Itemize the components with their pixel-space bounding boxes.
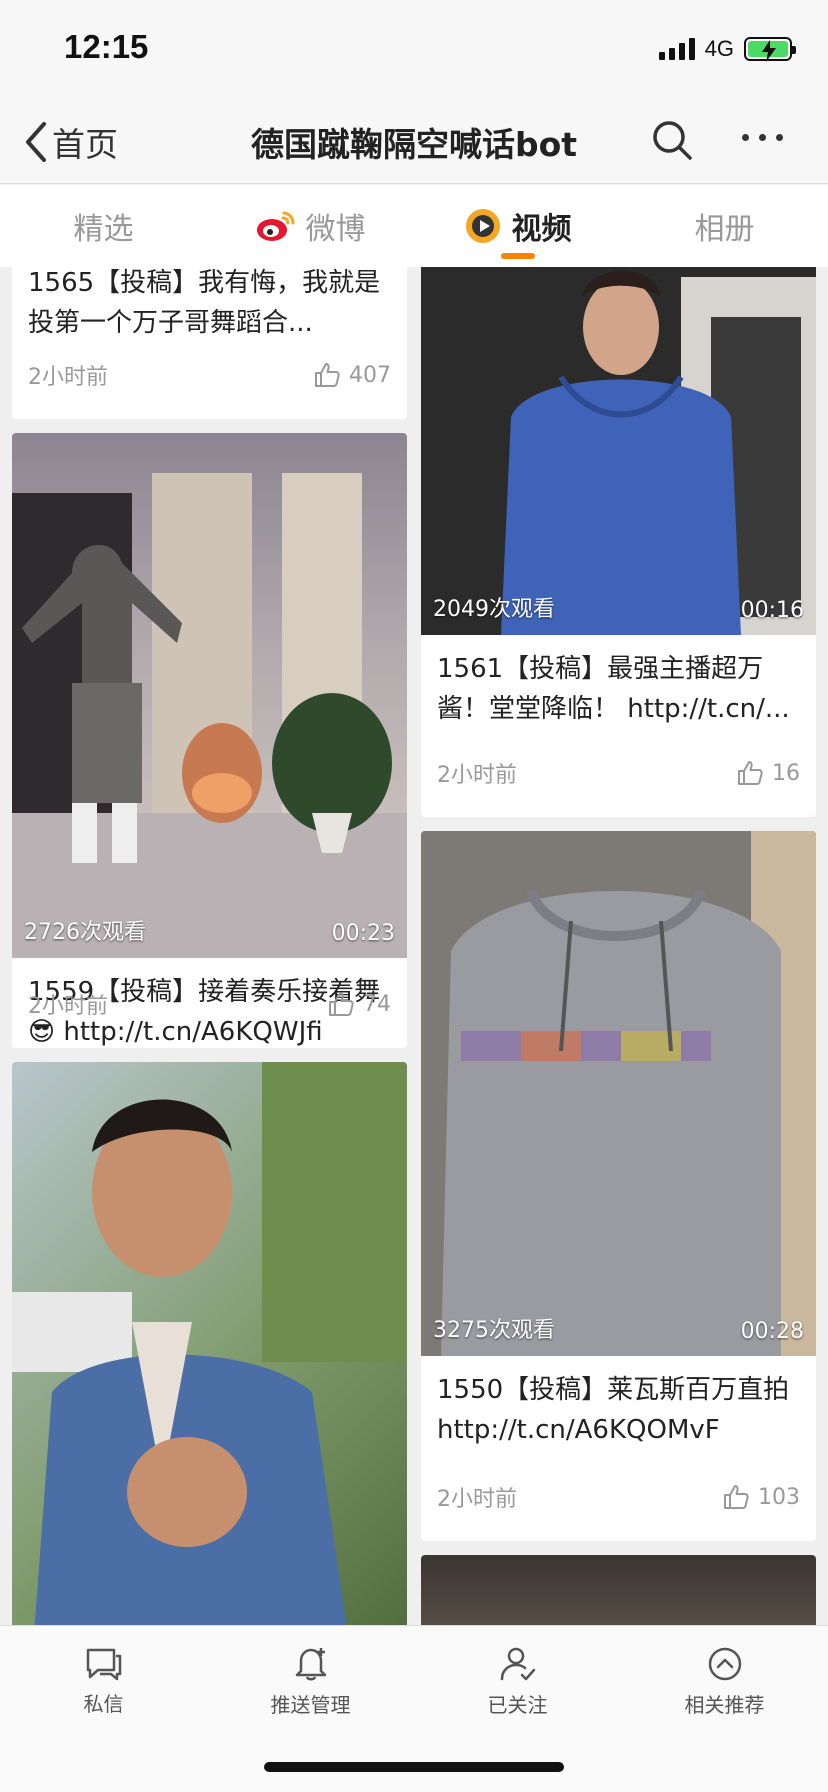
video-card[interactable]: 2049次观看 00:16 1561【投稿】最强主播超万酱！堂堂降临！ http… [421, 267, 816, 817]
bottom-toolbar: 私信 推送管理 已关注 相关推荐 [0, 1625, 828, 1792]
thumbnail-image [421, 267, 816, 635]
card-time: 2小时前 [28, 365, 108, 390]
card-title: 1561【投稿】最强主播超万酱！堂堂降临！ http://t.cn/... [437, 654, 790, 724]
thumb-up-icon [315, 363, 340, 387]
view-count: 2726次观看 [24, 920, 146, 945]
chevron-up-circle-icon [708, 1647, 741, 1680]
bottom-label: 私信 [83, 1691, 124, 1716]
video-thumbnail[interactable] [12, 1062, 407, 1625]
like-count: 103 [758, 1484, 800, 1510]
status-time: 12:15 [64, 28, 149, 65]
video-card[interactable]: 2726次观看 00:23 1559【投稿】接着奏乐接着舞😎 http://t.… [12, 433, 407, 1048]
message-button[interactable]: 私信 [0, 1626, 207, 1736]
card-time: 2小时前 [437, 763, 517, 788]
card-title: 1565【投稿】我有悔，我就是投第一个万子哥舞蹈合... [28, 268, 381, 338]
card-meta: 2小时前 74 [28, 988, 391, 1020]
video-feed: 1565【投稿】我有悔，我就是投第一个万子哥舞蹈合... 2小时前 407 27… [0, 267, 828, 1625]
like-button[interactable]: 74 [327, 990, 391, 1018]
video-thumbnail[interactable]: 2726次观看 00:23 [12, 433, 407, 958]
more-dot [759, 134, 766, 141]
tab-album[interactable]: 相册 [621, 185, 828, 267]
push-settings-button[interactable]: 推送管理 [207, 1626, 414, 1736]
home-indicator[interactable] [264, 1762, 564, 1772]
more-dot [742, 134, 749, 141]
card-meta: 2小时前 16 [437, 757, 800, 789]
video-duration: 00:28 [740, 1319, 804, 1344]
tab-weibo[interactable]: 微博 [207, 185, 414, 267]
nav-bar: 首页 德国蹴鞠隔空喊话bot [0, 100, 828, 184]
more-button[interactable] [742, 134, 783, 141]
thumbnail-image [421, 831, 816, 1356]
tab-label: 微博 [305, 212, 366, 247]
tab-bar: 精选 微博 视频 相册 [0, 185, 828, 267]
status-indicators: 4G [658, 36, 796, 62]
message-icon [86, 1648, 121, 1680]
tab-featured[interactable]: 精选 [0, 185, 207, 267]
video-duration: 00:23 [331, 921, 395, 946]
like-count: 407 [349, 362, 391, 388]
video-duration: 00:16 [740, 598, 804, 623]
card-title: 1550【投稿】莱瓦斯百万直拍 http://t.cn/A6KQOMvF [437, 1375, 790, 1445]
network-label: 4G [704, 36, 734, 61]
video-thumbnail[interactable]: 3275次观看 00:28 [421, 831, 816, 1356]
tab-label: 精选 [73, 212, 134, 247]
thumb-up-icon [738, 761, 763, 785]
thumb-up-icon [329, 992, 354, 1016]
video-card[interactable] [12, 1062, 407, 1625]
search-button[interactable] [650, 118, 694, 166]
bottom-label: 相关推荐 [684, 1692, 765, 1717]
video-card[interactable]: 3275次观看 00:28 1550【投稿】莱瓦斯百万直拍 http://t.c… [421, 831, 816, 1541]
tab-label: 视频 [511, 212, 572, 247]
search-icon [653, 121, 692, 160]
like-count: 16 [772, 760, 800, 786]
thumbnail-image [12, 473, 407, 958]
bottom-label: 推送管理 [270, 1692, 351, 1717]
video-card[interactable]: 1565【投稿】我有悔，我就是投第一个万子哥舞蹈合... 2小时前 407 [12, 267, 407, 419]
thumb-up-icon [724, 1485, 749, 1509]
weibo-icon [256, 211, 295, 241]
user-check-icon [500, 1647, 535, 1680]
like-count: 74 [363, 991, 391, 1017]
like-button[interactable]: 103 [722, 1483, 800, 1511]
signal-icon [658, 38, 695, 60]
thumbnail-image [12, 1062, 407, 1625]
card-meta: 2小时前 407 [28, 359, 391, 391]
battery-icon [744, 37, 796, 62]
view-count: 3275次观看 [433, 1318, 555, 1343]
card-meta: 2小时前 103 [437, 1481, 800, 1513]
tab-label: 相册 [694, 212, 755, 247]
page-title: 德国蹴鞠隔空喊话bot [250, 125, 578, 164]
video-thumbnail[interactable]: 2049次观看 00:16 [421, 267, 816, 635]
followed-button[interactable]: 已关注 [414, 1626, 621, 1736]
video-icon [465, 209, 500, 243]
status-bar: 12:15 4G [0, 0, 828, 100]
card-time: 2小时前 [28, 994, 108, 1019]
more-dot [776, 134, 783, 141]
card-time: 2小时前 [437, 1487, 517, 1512]
video-card[interactable] [421, 1555, 816, 1625]
tab-video[interactable]: 视频 [414, 185, 621, 267]
related-recommend-button[interactable]: 相关推荐 [621, 1626, 828, 1736]
view-count: 2049次观看 [433, 597, 555, 622]
bottom-label: 已关注 [487, 1692, 548, 1717]
like-button[interactable]: 16 [736, 759, 800, 787]
like-button[interactable]: 407 [313, 361, 391, 389]
video-thumbnail[interactable] [421, 1555, 816, 1625]
bell-icon [295, 1647, 326, 1680]
